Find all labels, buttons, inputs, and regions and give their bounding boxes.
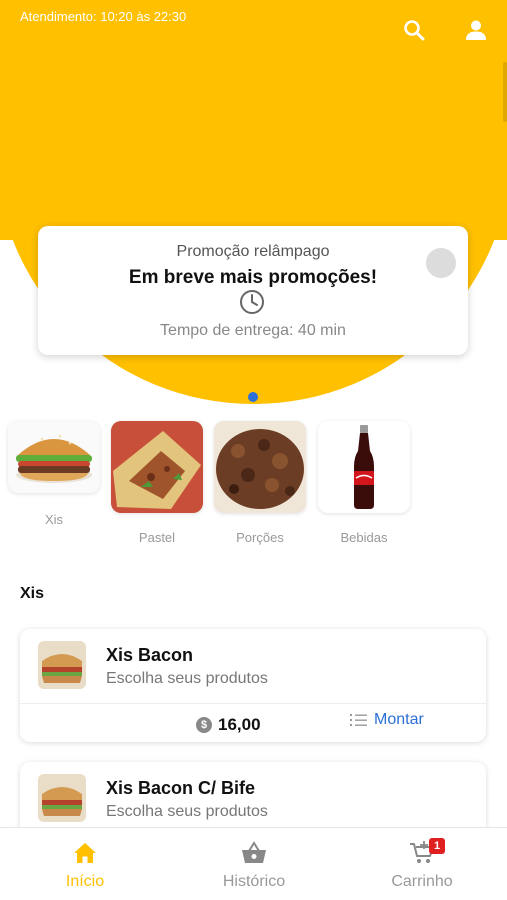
nav-label: Histórico bbox=[222, 873, 286, 890]
category-porcoes[interactable]: Porções bbox=[214, 421, 306, 545]
opening-hours: Atendimento: 10:20 às 22:30 bbox=[20, 9, 187, 24]
basket-icon bbox=[242, 841, 266, 863]
montar-button[interactable]: Montar bbox=[350, 711, 424, 729]
product-card[interactable]: Xis Bacon Escolha seus produtos $ 16,00 … bbox=[20, 629, 486, 742]
sandwich-image bbox=[38, 774, 86, 822]
nav-label: Início bbox=[65, 873, 105, 890]
product-price: 16,00 bbox=[218, 715, 261, 734]
search-button[interactable] bbox=[400, 16, 428, 44]
product-subtitle: Escolha seus produtos bbox=[106, 670, 268, 687]
home-icon bbox=[74, 843, 96, 863]
montar-label: Montar bbox=[374, 711, 424, 728]
profile-button[interactable] bbox=[462, 16, 490, 44]
pastel-image bbox=[111, 421, 203, 513]
product-thumbnail bbox=[38, 641, 86, 689]
category-label: Pastel bbox=[138, 530, 176, 545]
product-thumbnail bbox=[38, 774, 86, 822]
price-group: $ 16,00 bbox=[196, 715, 261, 735]
money-icon: $ bbox=[196, 717, 212, 733]
category-image-bebidas bbox=[318, 421, 410, 513]
sandwich-image bbox=[38, 641, 86, 689]
product-name: Xis Bacon bbox=[106, 645, 194, 665]
category-label: Bebidas bbox=[340, 530, 388, 545]
cart-badge: 1 bbox=[429, 838, 445, 854]
nav-item-inicio[interactable]: Início bbox=[25, 840, 145, 891]
category-label: Porções bbox=[236, 530, 284, 545]
category-bebidas[interactable]: Bebidas bbox=[318, 421, 410, 545]
category-label: Xis bbox=[44, 512, 64, 527]
nav-item-historico[interactable]: Histórico bbox=[194, 840, 314, 891]
category-image-porcoes bbox=[214, 421, 306, 513]
card-divider bbox=[20, 703, 486, 704]
search-icon bbox=[404, 20, 425, 41]
nav-label: Carrinho bbox=[391, 873, 453, 890]
bottom-nav: Início Histórico 1 Carrinho bbox=[0, 827, 507, 900]
category-image-pastel bbox=[111, 421, 203, 513]
promo-label: Promoção relâmpago bbox=[176, 243, 330, 260]
product-subtitle: Escolha seus produtos bbox=[106, 803, 268, 820]
delivery-time: Tempo de entrega: 40 min bbox=[160, 322, 346, 339]
clock-icon bbox=[240, 290, 264, 314]
portion-image bbox=[214, 421, 306, 513]
soda-bottle-image bbox=[354, 425, 374, 509]
promo-toggle[interactable] bbox=[426, 248, 456, 278]
product-name: Xis Bacon C/ Bife bbox=[106, 778, 256, 798]
promo-card[interactable]: Promoção relâmpago Em breve mais promoçõ… bbox=[38, 226, 468, 355]
burger-image bbox=[16, 434, 92, 483]
carousel-dot-active[interactable] bbox=[248, 392, 258, 402]
category-xis[interactable]: Xis bbox=[8, 421, 100, 527]
section-title: Xis bbox=[20, 585, 45, 602]
promo-title: Em breve mais promoções! bbox=[128, 267, 378, 288]
user-icon bbox=[466, 20, 486, 40]
nav-item-carrinho[interactable]: 1 Carrinho bbox=[362, 838, 482, 891]
list-icon bbox=[350, 714, 367, 726]
scrollbar[interactable] bbox=[503, 62, 507, 122]
category-pastel[interactable]: Pastel bbox=[111, 421, 203, 545]
category-image-xis bbox=[8, 421, 100, 493]
